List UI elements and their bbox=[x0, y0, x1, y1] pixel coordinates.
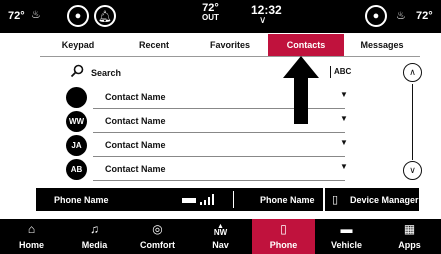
search-field[interactable]: Search bbox=[91, 68, 121, 78]
scroll-up-button[interactable]: ∧ bbox=[403, 63, 422, 82]
device-manager-icon: ▯ bbox=[332, 194, 339, 206]
signal-strength-icon bbox=[200, 194, 214, 205]
notification-bell-icon[interactable]: 🔔︎ bbox=[94, 5, 116, 27]
contact-name: Contact Name bbox=[105, 92, 166, 102]
device-manager-label: Device Manager bbox=[350, 195, 419, 205]
tab-favorites[interactable]: Favorites bbox=[192, 34, 268, 56]
phone-tabs: Keypad Recent Favorites Contacts Message… bbox=[40, 34, 420, 56]
music-note-icon: ♫ bbox=[90, 222, 99, 236]
compass-heading: NW bbox=[213, 228, 228, 237]
nav-comfort[interactable]: ◎ Comfort bbox=[126, 219, 189, 254]
nav-apps[interactable]: ▦ Apps bbox=[378, 219, 441, 254]
connected-phones-bar: Phone Name Phone Name bbox=[36, 188, 323, 211]
tab-contacts[interactable]: Contacts bbox=[268, 34, 344, 56]
contact-avatar: WW bbox=[66, 111, 87, 132]
tab-recent[interactable]: Recent bbox=[116, 34, 192, 56]
scroll-down-button[interactable]: ∨ bbox=[403, 161, 422, 180]
nav-vehicle-label: Vehicle bbox=[330, 240, 363, 250]
bottom-nav: ⌂ Home ♫ Media ◎ Comfort ▲ NW Nav ▯ Phon… bbox=[0, 219, 441, 254]
status-bar: 72° ♨ ● 🔔︎ 72° OUT 12:32 ∨ ● ♨ 72° bbox=[0, 0, 441, 33]
expand-caret-icon[interactable]: ▼ bbox=[340, 114, 348, 123]
voice-microphone-icon[interactable]: ● bbox=[365, 5, 387, 27]
search-icon[interactable] bbox=[70, 64, 84, 78]
tab-messages[interactable]: Messages bbox=[344, 34, 420, 56]
user-profile-icon[interactable]: ● bbox=[67, 5, 89, 27]
phone-icon: ▯ bbox=[280, 222, 287, 236]
nav-navigation-label: Nav bbox=[212, 240, 229, 250]
nav-comfort-label: Comfort bbox=[140, 240, 175, 250]
passenger-temperature[interactable]: 72° bbox=[416, 10, 433, 22]
home-icon: ⌂ bbox=[27, 222, 36, 236]
tab-keypad[interactable]: Keypad bbox=[40, 34, 116, 56]
scrollbar-track[interactable] bbox=[412, 84, 413, 160]
driver-temperature[interactable]: 72° bbox=[8, 10, 25, 22]
expand-caret-icon[interactable]: ▼ bbox=[340, 162, 348, 171]
nav-media[interactable]: ♫ Media bbox=[63, 219, 126, 254]
nav-phone[interactable]: ▯ Phone bbox=[252, 219, 315, 254]
primary-phone-name[interactable]: Phone Name bbox=[54, 195, 109, 205]
separator bbox=[233, 191, 234, 208]
clock: 12:32 bbox=[251, 3, 282, 17]
nav-phone-label: Phone bbox=[269, 240, 298, 250]
device-manager-button[interactable]: ▯ Device Manager bbox=[325, 188, 419, 211]
battery-icon bbox=[182, 198, 196, 203]
heated-seat-icon[interactable]: ♨ bbox=[31, 8, 41, 21]
nav-home[interactable]: ⌂ Home bbox=[0, 219, 63, 254]
pointer-arrow-icon bbox=[283, 56, 319, 124]
tab-divider bbox=[40, 56, 420, 57]
contact-row[interactable]: JA Contact Name ▼ bbox=[66, 133, 362, 157]
contact-avatar bbox=[66, 87, 87, 108]
contact-name: Contact Name bbox=[105, 116, 166, 126]
nav-media-label: Media bbox=[81, 240, 108, 250]
contact-name: Contact Name bbox=[105, 140, 166, 150]
contact-name: Contact Name bbox=[105, 164, 166, 174]
nav-vehicle[interactable]: ▬ Vehicle bbox=[315, 219, 378, 254]
secondary-phone-name[interactable]: Phone Name bbox=[260, 195, 315, 205]
expand-caret-icon[interactable]: ▼ bbox=[340, 90, 348, 99]
nav-apps-label: Apps bbox=[398, 240, 421, 250]
row-divider bbox=[93, 180, 345, 181]
contact-avatar: AB bbox=[66, 159, 87, 180]
contact-avatar: JA bbox=[66, 135, 87, 156]
alpha-index-toggle[interactable]: ABC bbox=[330, 66, 351, 78]
chevron-down-icon[interactable]: ∨ bbox=[259, 15, 266, 26]
nav-home-label: Home bbox=[18, 240, 44, 250]
outside-temperature: 72° OUT bbox=[202, 2, 219, 23]
seat-comfort-icon: ◎ bbox=[152, 222, 163, 236]
passenger-heated-seat-icon[interactable]: ♨ bbox=[396, 9, 406, 22]
nav-navigation[interactable]: ▲ NW Nav bbox=[189, 219, 252, 254]
vehicle-icon: ▬ bbox=[340, 222, 353, 236]
apps-grid-icon: ▦ bbox=[403, 222, 416, 236]
contact-row[interactable]: AB Contact Name ▼ bbox=[66, 157, 362, 181]
expand-caret-icon[interactable]: ▼ bbox=[340, 138, 348, 147]
